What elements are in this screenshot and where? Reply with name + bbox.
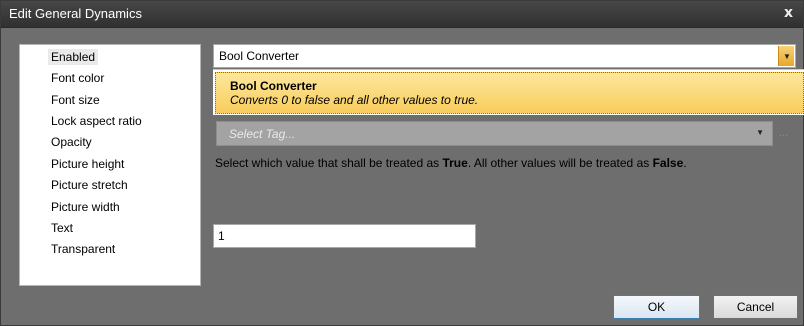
dropdown-item-description: Converts 0 to false and all other values…	[230, 93, 479, 107]
dropdown-item-title: Bool Converter	[230, 79, 317, 93]
dialog-title: Edit General Dynamics	[9, 6, 142, 21]
property-item-font-size[interactable]: Font size	[48, 92, 103, 108]
chevron-down-icon: ▼	[756, 128, 764, 137]
property-item-picture-height[interactable]: Picture height	[48, 156, 127, 172]
info-false-word: False	[652, 156, 684, 170]
info-text: Select which value that shall be treated…	[215, 156, 687, 170]
close-icon[interactable]: x	[784, 5, 793, 21]
info-text-part2: . All other values will be treated as	[467, 156, 653, 170]
dropdown-item-bool-converter[interactable]: Bool Converter Converts 0 to false and a…	[215, 72, 804, 114]
property-item-opacity[interactable]: Opacity	[48, 134, 95, 150]
property-item-transparent[interactable]: Transparent	[48, 241, 118, 257]
converter-combobox-value: Bool Converter	[219, 49, 300, 63]
property-item-font-color[interactable]: Font color	[48, 70, 107, 86]
property-item-text[interactable]: Text	[48, 220, 76, 236]
cancel-button[interactable]: Cancel	[713, 295, 798, 319]
tag-select-placeholder: Select Tag...	[229, 127, 296, 141]
chevron-down-icon: ▼	[783, 52, 791, 61]
property-item-picture-width[interactable]: Picture width	[48, 199, 123, 215]
info-true-word: True	[442, 156, 468, 170]
property-item-picture-stretch[interactable]: Picture stretch	[48, 177, 131, 193]
tag-select-combobox[interactable]: Select Tag... ▼	[216, 121, 773, 146]
converter-dropdown-button[interactable]: ▼	[778, 46, 794, 66]
browse-tag-button[interactable]: ...	[779, 127, 788, 139]
property-list: Enabled Font color Font size Lock aspect…	[19, 44, 201, 286]
ok-button[interactable]: OK	[613, 295, 700, 319]
property-item-lock-aspect-ratio[interactable]: Lock aspect ratio	[48, 113, 145, 129]
converter-combobox[interactable]: Bool Converter ▼	[213, 44, 796, 68]
true-value-input[interactable]	[213, 224, 476, 248]
property-item-enabled[interactable]: Enabled	[48, 49, 99, 65]
title-bar: Edit General Dynamics x	[1, 1, 803, 28]
converter-dropdown-list: Bool Converter Converts 0 to false and a…	[213, 69, 804, 115]
info-text-part3: .	[683, 156, 687, 170]
edit-general-dynamics-dialog: Edit General Dynamics x Enabled Font col…	[0, 0, 804, 326]
info-text-part1: Select which value that shall be treated…	[215, 156, 443, 170]
